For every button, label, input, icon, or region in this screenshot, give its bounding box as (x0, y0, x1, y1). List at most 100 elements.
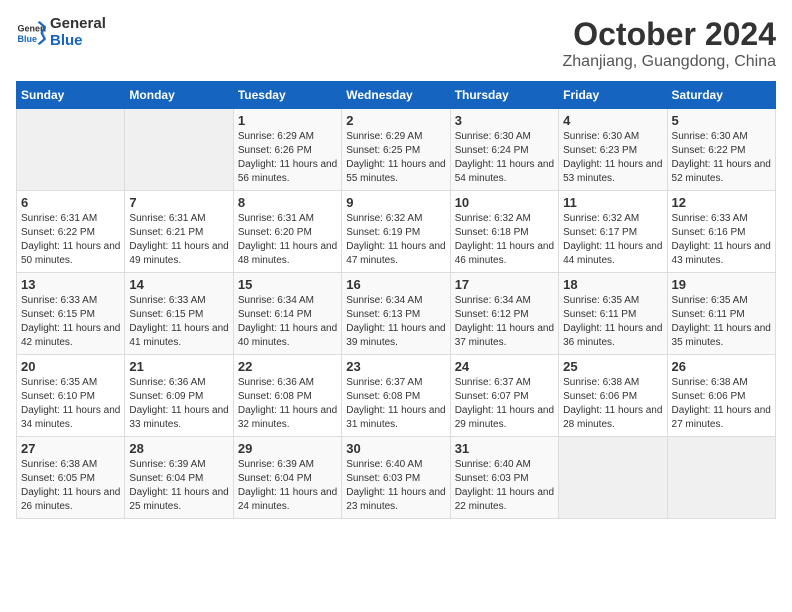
day-info: Sunrise: 6:35 AMSunset: 6:11 PMDaylight:… (563, 294, 662, 350)
day-number: 6 (21, 195, 120, 210)
day-info: Sunrise: 6:37 AMSunset: 6:08 PMDaylight:… (346, 376, 445, 432)
calendar-cell: 28 Sunrise: 6:39 AMSunset: 6:04 PMDayligh… (125, 437, 233, 519)
page-header: General Blue General Blue October 2024 Z… (16, 16, 776, 71)
header-wednesday: Wednesday (342, 82, 450, 109)
calendar-cell: 1 Sunrise: 6:29 AMSunset: 6:26 PMDaylight… (233, 109, 341, 191)
calendar-week-row: 20Sunrise: 6:35 AMSunset: 6:10 PMDayligh… (17, 355, 776, 437)
day-number: 21 (129, 359, 228, 374)
calendar-cell: 13 Sunrise: 6:33 AMSunset: 6:15 PMDayligh… (17, 273, 125, 355)
day-info: Sunrise: 6:33 AMSunset: 6:16 PMDaylight:… (672, 212, 771, 268)
header-saturday: Saturday (667, 82, 775, 109)
logo: General Blue General Blue (16, 16, 106, 49)
page-title: October 2024 (563, 16, 777, 53)
day-number: 2 (346, 113, 445, 128)
header-tuesday: Tuesday (233, 82, 341, 109)
title-block: October 2024 Zhanjiang, Guangdong, China (563, 16, 777, 71)
day-number: 1 (238, 113, 337, 128)
day-info: Sunrise: 6:30 AMSunset: 6:24 PMDaylight:… (455, 130, 554, 186)
calendar-cell: 15Sunrise: 6:34 AMSunset: 6:14 PMDayligh… (233, 273, 341, 355)
calendar-cell: 24Sunrise: 6:37 AMSunset: 6:07 PMDayligh… (450, 355, 558, 437)
day-info: Sunrise: 6:39 AMSunset: 6:04 PMDaylight:… (238, 458, 337, 514)
day-number: 30 (346, 441, 445, 456)
svg-text:Blue: Blue (18, 34, 38, 44)
day-info: Sunrise: 6:39 AMSunset: 6:04 PMDaylight:… (129, 458, 228, 514)
calendar-cell: 10Sunrise: 6:32 AMSunset: 6:18 PMDayligh… (450, 191, 558, 273)
calendar-cell: 29 Sunrise: 6:39 AMSunset: 6:04 PMDayligh… (233, 437, 341, 519)
day-number: 31 (455, 441, 554, 456)
calendar-cell (667, 437, 775, 519)
calendar-cell: 27Sunrise: 6:38 AMSunset: 6:05 PMDayligh… (17, 437, 125, 519)
logo-icon: General Blue (16, 18, 46, 48)
day-number: 25 (563, 359, 662, 374)
day-info: Sunrise: 6:38 AMSunset: 6:06 PMDaylight:… (672, 376, 771, 432)
day-number: 7 (129, 195, 228, 210)
day-info: Sunrise: 6:40 AMSunset: 6:03 PMDaylight:… (346, 458, 445, 514)
calendar-cell: 22 Sunrise: 6:36 AMSunset: 6:08 PMDayligh… (233, 355, 341, 437)
day-info: Sunrise: 6:31 AMSunset: 6:21 PMDaylight:… (129, 212, 228, 268)
day-number: 17 (455, 277, 554, 292)
day-number: 3 (455, 113, 554, 128)
day-number: 22 (238, 359, 337, 374)
calendar-cell: 5 Sunrise: 6:30 AMSunset: 6:22 PMDaylight… (667, 109, 775, 191)
calendar-week-row: 13 Sunrise: 6:33 AMSunset: 6:15 PMDayligh… (17, 273, 776, 355)
day-number: 4 (563, 113, 662, 128)
calendar-cell: 6 Sunrise: 6:31 AMSunset: 6:22 PMDaylight… (17, 191, 125, 273)
calendar-week-row: 27Sunrise: 6:38 AMSunset: 6:05 PMDayligh… (17, 437, 776, 519)
day-info: Sunrise: 6:30 AMSunset: 6:22 PMDaylight:… (672, 130, 771, 186)
day-info: Sunrise: 6:38 AMSunset: 6:05 PMDaylight:… (21, 458, 120, 514)
day-number: 5 (672, 113, 771, 128)
calendar-week-row: 1 Sunrise: 6:29 AMSunset: 6:26 PMDaylight… (17, 109, 776, 191)
calendar-cell: 31Sunrise: 6:40 AMSunset: 6:03 PMDayligh… (450, 437, 558, 519)
day-number: 9 (346, 195, 445, 210)
day-info: Sunrise: 6:36 AMSunset: 6:09 PMDaylight:… (129, 376, 228, 432)
calendar-cell (559, 437, 667, 519)
day-number: 19 (672, 277, 771, 292)
calendar-cell (125, 109, 233, 191)
day-number: 15 (238, 277, 337, 292)
day-number: 11 (563, 195, 662, 210)
day-info: Sunrise: 6:33 AMSunset: 6:15 PMDaylight:… (129, 294, 228, 350)
calendar-cell: 23 Sunrise: 6:37 AMSunset: 6:08 PMDayligh… (342, 355, 450, 437)
day-number: 23 (346, 359, 445, 374)
calendar-cell: 12 Sunrise: 6:33 AMSunset: 6:16 PMDayligh… (667, 191, 775, 273)
calendar-cell: 25 Sunrise: 6:38 AMSunset: 6:06 PMDayligh… (559, 355, 667, 437)
header-sunday: Sunday (17, 82, 125, 109)
day-info: Sunrise: 6:30 AMSunset: 6:23 PMDaylight:… (563, 130, 662, 186)
day-info: Sunrise: 6:36 AMSunset: 6:08 PMDaylight:… (238, 376, 337, 432)
calendar-table: SundayMondayTuesdayWednesdayThursdayFrid… (16, 81, 776, 519)
header-monday: Monday (125, 82, 233, 109)
day-number: 13 (21, 277, 120, 292)
day-info: Sunrise: 6:31 AMSunset: 6:22 PMDaylight:… (21, 212, 120, 268)
day-number: 29 (238, 441, 337, 456)
day-number: 8 (238, 195, 337, 210)
day-number: 20 (21, 359, 120, 374)
day-info: Sunrise: 6:32 AMSunset: 6:17 PMDaylight:… (563, 212, 662, 268)
calendar-cell (17, 109, 125, 191)
calendar-cell: 20Sunrise: 6:35 AMSunset: 6:10 PMDayligh… (17, 355, 125, 437)
calendar-cell: 7 Sunrise: 6:31 AMSunset: 6:21 PMDaylight… (125, 191, 233, 273)
calendar-cell: 3 Sunrise: 6:30 AMSunset: 6:24 PMDaylight… (450, 109, 558, 191)
day-info: Sunrise: 6:34 AMSunset: 6:13 PMDaylight:… (346, 294, 445, 350)
calendar-cell: 4 Sunrise: 6:30 AMSunset: 6:23 PMDaylight… (559, 109, 667, 191)
calendar-cell: 14 Sunrise: 6:33 AMSunset: 6:15 PMDayligh… (125, 273, 233, 355)
day-info: Sunrise: 6:38 AMSunset: 6:06 PMDaylight:… (563, 376, 662, 432)
day-info: Sunrise: 6:31 AMSunset: 6:20 PMDaylight:… (238, 212, 337, 268)
header-friday: Friday (559, 82, 667, 109)
day-number: 14 (129, 277, 228, 292)
day-number: 12 (672, 195, 771, 210)
day-number: 28 (129, 441, 228, 456)
logo-general-text: General (50, 16, 106, 33)
calendar-week-row: 6 Sunrise: 6:31 AMSunset: 6:22 PMDaylight… (17, 191, 776, 273)
calendar-cell: 21 Sunrise: 6:36 AMSunset: 6:09 PMDayligh… (125, 355, 233, 437)
day-info: Sunrise: 6:35 AMSunset: 6:11 PMDaylight:… (672, 294, 771, 350)
day-number: 26 (672, 359, 771, 374)
day-info: Sunrise: 6:37 AMSunset: 6:07 PMDaylight:… (455, 376, 554, 432)
calendar-cell: 17 Sunrise: 6:34 AMSunset: 6:12 PMDayligh… (450, 273, 558, 355)
day-info: Sunrise: 6:33 AMSunset: 6:15 PMDaylight:… (21, 294, 120, 350)
day-info: Sunrise: 6:29 AMSunset: 6:26 PMDaylight:… (238, 130, 337, 186)
calendar-cell: 19 Sunrise: 6:35 AMSunset: 6:11 PMDayligh… (667, 273, 775, 355)
calendar-cell: 9Sunrise: 6:32 AMSunset: 6:19 PMDaylight… (342, 191, 450, 273)
calendar-cell: 30 Sunrise: 6:40 AMSunset: 6:03 PMDayligh… (342, 437, 450, 519)
day-info: Sunrise: 6:34 AMSunset: 6:12 PMDaylight:… (455, 294, 554, 350)
day-info: Sunrise: 6:32 AMSunset: 6:18 PMDaylight:… (455, 212, 554, 268)
